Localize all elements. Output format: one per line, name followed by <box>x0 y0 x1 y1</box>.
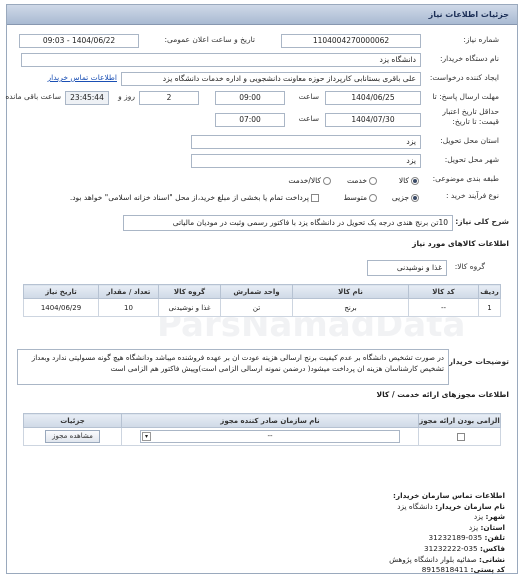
category-option-goods[interactable]: کالا <box>399 174 419 188</box>
col-license-details: جزئیات <box>23 413 122 428</box>
contact-line: تلفن: 035-31232189 <box>428 533 505 543</box>
buyer-desc-label: توضیحات خریدار: <box>445 357 509 366</box>
contact-heading: اطلاعات تماس سازمان خریدار: <box>392 491 505 500</box>
checkbox-icon <box>311 194 319 202</box>
goods-group-value: غذا و نوشیدنی <box>367 260 447 276</box>
buyer-contact-info: اطلاعات تماس سازمان خریدار: نام سازمان خ… <box>389 491 505 576</box>
col-group: گروه کالا <box>158 284 221 299</box>
deadline-label: مهلت ارسال پاسخ: تا <box>432 92 499 101</box>
category-label: طبقه بندی موضوعی: <box>432 174 499 183</box>
col-license-required: الزامی بودن ارائه مجوز <box>418 413 501 428</box>
licenses-table: الزامی بودن ارائه مجوز نام سازمان صادر ک… <box>23 413 501 446</box>
contact-line: شهر: یزد <box>473 512 505 522</box>
province-value: یزد <box>191 135 421 149</box>
buyer-label: نام دستگاه خریدار: <box>439 54 499 63</box>
col-name: نام کالا <box>292 284 409 299</box>
radio-selected-icon <box>411 177 419 185</box>
buyer-value: دانشگاه یزد <box>21 53 421 67</box>
cell-date: 1404/06/29 <box>23 298 99 317</box>
validity-time-label: ساعت <box>298 114 319 123</box>
need-number-value: 1104004270000062 <box>281 34 421 48</box>
radio-icon <box>369 177 377 185</box>
license-details-cell: مشاهده مجوز <box>23 427 122 446</box>
validity-label-2: قیمت: تا تاریخ: <box>452 117 499 126</box>
announce-label: تاریخ و ساعت اعلان عمومی: <box>164 35 255 44</box>
license-org-cell: -- ▾ <box>121 427 419 446</box>
city-label: شهر محل تحویل: <box>444 155 499 164</box>
cell-qty: 10 <box>98 298 159 317</box>
creator-value: علی باقری بستانابی کارپرداز حوزه معاونت … <box>121 72 421 86</box>
contact-line: کد پستی: 8915818411 <box>421 565 505 575</box>
validity-label-1: حداقل تاریخ اعتبار <box>442 107 499 116</box>
deadline-date: 1404/06/25 <box>325 91 421 105</box>
city-value: یزد <box>191 154 421 168</box>
need-number-label: شماره نیاز: <box>463 35 499 44</box>
category-option-service[interactable]: خدمت <box>347 174 377 188</box>
radio-selected-icon <box>411 194 419 202</box>
contact-line: نام سازمان خریدار: دانشگاه یزد <box>397 501 505 511</box>
buyer-desc-value: در صورت تشخیص دانشگاه بر عدم کیفیت برنج … <box>17 349 449 385</box>
deadline-time: 09:00 <box>215 91 285 105</box>
checkbox-icon[interactable] <box>456 432 465 441</box>
page-title: جزئیات اطلاعات نیاز <box>7 5 517 25</box>
province-label: استان محل تحویل: <box>440 136 499 145</box>
validity-date: 1404/07/30 <box>325 113 421 127</box>
goods-table: ردیف کد کالا نام کالا واحد شمارش گروه کا… <box>23 284 501 317</box>
cell-code: -- <box>408 298 479 317</box>
cell-name: برنج <box>292 298 409 317</box>
contact-line: فاکس: 035-31232222 <box>423 543 505 553</box>
goods-section-title: اطلاعات کالاهای مورد نیاز <box>412 239 509 248</box>
view-license-button[interactable]: مشاهده مجوز <box>45 430 100 443</box>
summary-value: 10تن برنج هندی درجه یک تحویل در دانشگاه … <box>123 215 453 231</box>
col-qty: تعداد / مقدار <box>98 284 159 299</box>
goods-table-header: ردیف کد کالا نام کالا واحد شمارش گروه کا… <box>23 284 501 299</box>
treasury-payment-checkbox[interactable]: پرداخت تمام یا بخشی از مبلغ خرید،از محل … <box>70 191 319 205</box>
process-label: نوع فرآیند خرید : <box>445 191 499 200</box>
license-org-select[interactable]: -- ▾ <box>140 430 400 443</box>
col-date: تاریخ نیاز <box>23 284 99 299</box>
radio-icon <box>323 177 331 185</box>
deadline-time-label: ساعت <box>298 92 319 101</box>
chevron-down-icon: ▾ <box>142 432 151 441</box>
cell-row: 1 <box>478 298 501 317</box>
validity-time: 07:00 <box>215 113 285 127</box>
col-license-org: نام سازمان صادر کننده مجوز <box>121 413 419 428</box>
contact-line: نشانی: صفائیه بلوار دانشگاه پژوهش <box>389 554 505 564</box>
remaining-label: ساعت باقی مانده <box>5 92 61 101</box>
creator-label: ایجاد کننده درخواست: <box>429 73 499 82</box>
summary-label: شرح کلی نیاز: <box>455 217 509 226</box>
col-unit: واحد شمارش <box>220 284 293 299</box>
days-label: روز و <box>118 92 135 101</box>
licenses-section-title: اطلاعات مجوزهای ارائه خدمت / کالا <box>376 390 509 399</box>
cell-unit: تن <box>220 298 293 317</box>
col-code: کد کالا <box>408 284 479 299</box>
details-panel: جزئیات اطلاعات نیاز ParsNamadData ۰۲۱-۸۸… <box>5 4 518 576</box>
cell-group: غذا و نوشیدنی <box>158 298 221 317</box>
radio-icon <box>369 194 377 202</box>
goods-group-label: گروه کالا: <box>454 262 485 271</box>
process-option-medium[interactable]: متوسط <box>343 191 377 205</box>
table-row: -- ▾ مشاهده مجوز <box>23 427 501 446</box>
license-required-cell <box>418 427 501 446</box>
category-option-both[interactable]: کالا/خدمت <box>288 174 331 188</box>
days-remaining: 2 <box>139 91 199 105</box>
buyer-contact-link[interactable]: اطلاعات تماس خریدار <box>48 73 118 82</box>
process-option-minor[interactable]: جزیی <box>392 191 419 205</box>
remaining-time: 23:45:44 <box>65 91 109 105</box>
announce-value: 1404/06/22 - 09:03 <box>19 34 139 48</box>
contact-line: استان: یزد <box>468 522 505 532</box>
table-row[interactable]: 1 -- برنج تن غذا و نوشیدنی 10 1404/06/29 <box>23 298 501 317</box>
col-row: ردیف <box>478 284 501 299</box>
